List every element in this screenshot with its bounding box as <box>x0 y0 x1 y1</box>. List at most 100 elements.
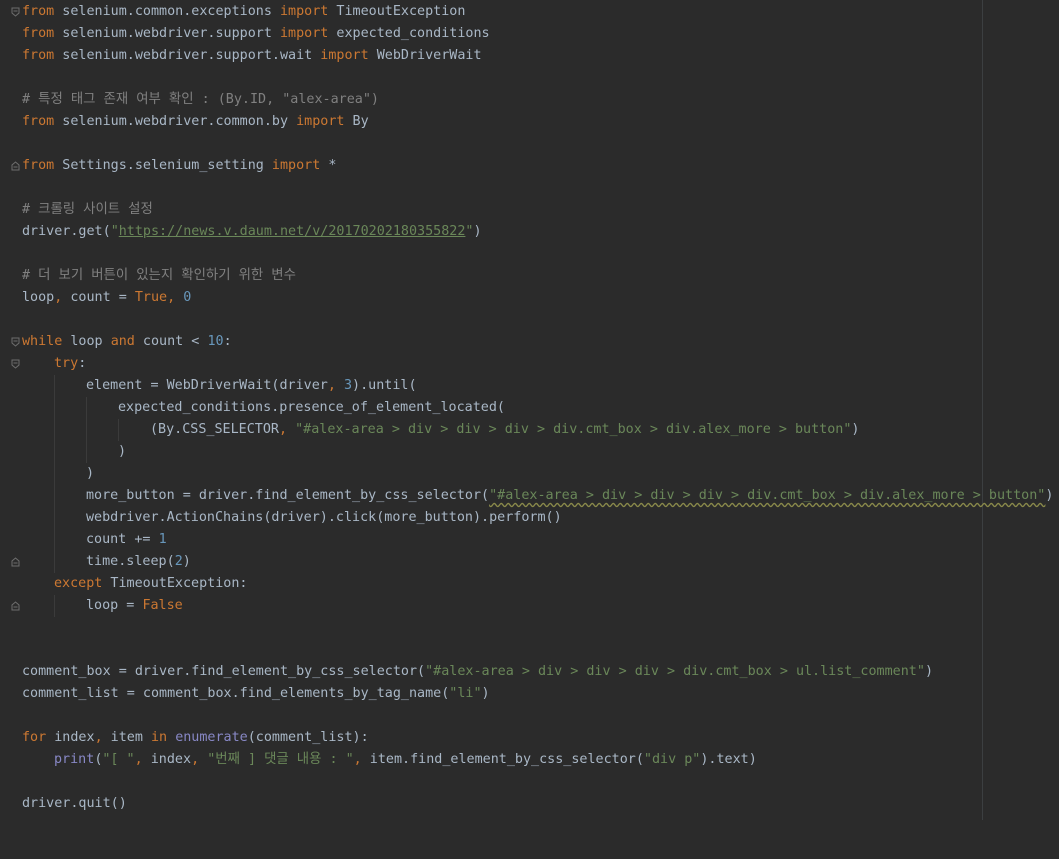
code-line-21[interactable]: ) <box>0 441 1059 463</box>
module-name: selenium.webdriver.support.wait <box>54 48 321 63</box>
keyword-from: from <box>22 158 55 173</box>
paren: ) <box>86 466 95 481</box>
url-link[interactable]: https://news.v.daum.net/v/20170202180355… <box>119 224 466 239</box>
code-line-4[interactable] <box>0 67 1059 89</box>
code-line-20[interactable]: (By.CSS_SELECTOR, "#alex-area > div > di… <box>0 419 1059 441</box>
indent-guide <box>54 529 55 551</box>
indent-guide <box>118 419 119 441</box>
identifier: element = WebDriverWait(driver <box>86 378 328 393</box>
fold-close-icon[interactable] <box>11 557 20 567</box>
code-line-25[interactable]: count += 1 <box>0 529 1059 551</box>
number: 1 <box>158 532 167 547</box>
comma: , <box>353 752 362 767</box>
fold-open-icon[interactable] <box>11 359 20 369</box>
identifier: expected_conditions.presence_of_element_… <box>118 400 505 415</box>
code-area[interactable]: from selenium.common.exceptions import T… <box>0 1 1059 815</box>
indent-guide <box>54 375 55 397</box>
identifier: loop <box>62 334 111 349</box>
paren: ) <box>851 422 860 437</box>
code-line-36[interactable] <box>0 771 1059 793</box>
string-literal: "#alex-area > div > div > div > div.cmt_… <box>425 664 925 679</box>
module-name: selenium.common.exceptions <box>54 4 280 19</box>
code-line-16[interactable]: while loop and count < 10: <box>0 331 1059 353</box>
code-line-27[interactable]: except TimeoutException: <box>0 573 1059 595</box>
identifier: driver.quit() <box>22 796 127 811</box>
code-line-1[interactable]: from selenium.common.exceptions import T… <box>0 1 1059 23</box>
comma: , <box>134 752 143 767</box>
indent-guide <box>86 441 87 463</box>
indent-guide <box>54 441 55 463</box>
code-line-8[interactable]: from Settings.selenium_setting import * <box>0 155 1059 177</box>
fold-close-icon[interactable] <box>11 601 20 611</box>
fold-open-icon[interactable] <box>11 337 20 347</box>
code-line-5[interactable]: # 특정 태그 존재 여부 확인 : (By.ID, "alex-area") <box>0 89 1059 111</box>
code-line-31[interactable]: comment_box = driver.find_element_by_css… <box>0 661 1059 683</box>
code-line-34[interactable]: for index, item in enumerate(comment_lis… <box>0 727 1059 749</box>
indent-guide <box>54 397 55 419</box>
code-line-18[interactable]: element = WebDriverWait(driver, 3).until… <box>0 375 1059 397</box>
code-line-19[interactable]: expected_conditions.presence_of_element_… <box>0 397 1059 419</box>
code-line-33[interactable] <box>0 705 1059 727</box>
code-line-29[interactable] <box>0 617 1059 639</box>
code-line-12[interactable] <box>0 243 1059 265</box>
code-line-26[interactable]: time.sleep(2) <box>0 551 1059 573</box>
identifier: (By.CSS_SELECTOR <box>150 422 279 437</box>
code-line-24[interactable]: webdriver.ActionChains(driver).click(mor… <box>0 507 1059 529</box>
code-line-14[interactable]: loop, count = True, 0 <box>0 287 1059 309</box>
code-line-3[interactable]: from selenium.webdriver.support.wait imp… <box>0 45 1059 67</box>
identifier: time.sleep( <box>86 554 175 569</box>
code-line-35[interactable]: print("[ ", index, "번째 ] 댓글 내용 : ", item… <box>0 749 1059 771</box>
keyword-try: try <box>54 356 79 371</box>
keyword-import: import <box>271 158 321 173</box>
comma: , <box>167 290 176 305</box>
indent-guide <box>54 551 55 573</box>
code-line-9[interactable] <box>0 177 1059 199</box>
code-line-15[interactable] <box>0 309 1059 331</box>
string-literal: "번째 ] 댓글 내용 : " <box>207 752 354 767</box>
indent-guide <box>54 463 55 485</box>
imported-name: TimeoutException <box>328 4 466 19</box>
code-line-7[interactable] <box>0 133 1059 155</box>
code-line-10[interactable]: # 크롤링 사이트 설정 <box>0 199 1059 221</box>
code-line-23[interactable]: more_button = driver.find_element_by_css… <box>0 485 1059 507</box>
code-line-30[interactable] <box>0 639 1059 661</box>
keyword-while: while <box>22 334 63 349</box>
code-editor[interactable]: from selenium.common.exceptions import T… <box>0 0 1059 820</box>
identifier: index <box>46 730 95 745</box>
module-name: selenium.webdriver.support <box>54 26 280 41</box>
comma: , <box>279 422 288 437</box>
fold-open-icon[interactable] <box>11 7 20 17</box>
code-line-22[interactable]: ) <box>0 463 1059 485</box>
code-line-6[interactable]: from selenium.webdriver.common.by import… <box>0 111 1059 133</box>
code-line-2[interactable]: from selenium.webdriver.support import e… <box>0 23 1059 45</box>
identifier: ).text) <box>700 752 757 767</box>
paren: ) <box>481 686 490 701</box>
identifier: webdriver.ActionChains(driver).click(mor… <box>86 510 562 525</box>
code-line-17[interactable]: try: <box>0 353 1059 375</box>
keyword-import: import <box>279 4 329 19</box>
module-name: Settings.selenium_setting <box>54 158 272 173</box>
code-line-37[interactable]: driver.quit() <box>0 793 1059 815</box>
indent-guide <box>54 485 55 507</box>
code-line-32[interactable]: comment_list = comment_box.find_elements… <box>0 683 1059 705</box>
keyword-and: and <box>110 334 135 349</box>
number: 3 <box>343 378 353 393</box>
fold-close-icon[interactable] <box>11 161 20 171</box>
identifier: index <box>142 752 192 767</box>
code-line-13[interactable]: # 더 보기 버튼이 있는지 확인하기 위한 변수 <box>0 265 1059 287</box>
driver-get-call: driver.get( <box>22 224 111 239</box>
code-line-11[interactable]: driver.get("https://news.v.daum.net/v/20… <box>0 221 1059 243</box>
string-literal: "[ " <box>102 752 135 767</box>
string-literal: "li" <box>449 686 482 701</box>
keyword-from: from <box>22 4 55 19</box>
comment: # 더 보기 버튼이 있는지 확인하기 위한 변수 <box>22 268 296 283</box>
identifier: (comment_list): <box>247 730 369 745</box>
code-line-28[interactable]: loop = False <box>0 595 1059 617</box>
identifier: count += <box>86 532 159 547</box>
module-name: selenium.webdriver.common.by <box>54 114 297 129</box>
keyword-in: in <box>151 730 168 745</box>
paren: ) <box>473 224 482 239</box>
imported-name: * <box>320 158 337 173</box>
identifier: TimeoutException: <box>102 576 248 591</box>
comma: , <box>94 730 103 745</box>
